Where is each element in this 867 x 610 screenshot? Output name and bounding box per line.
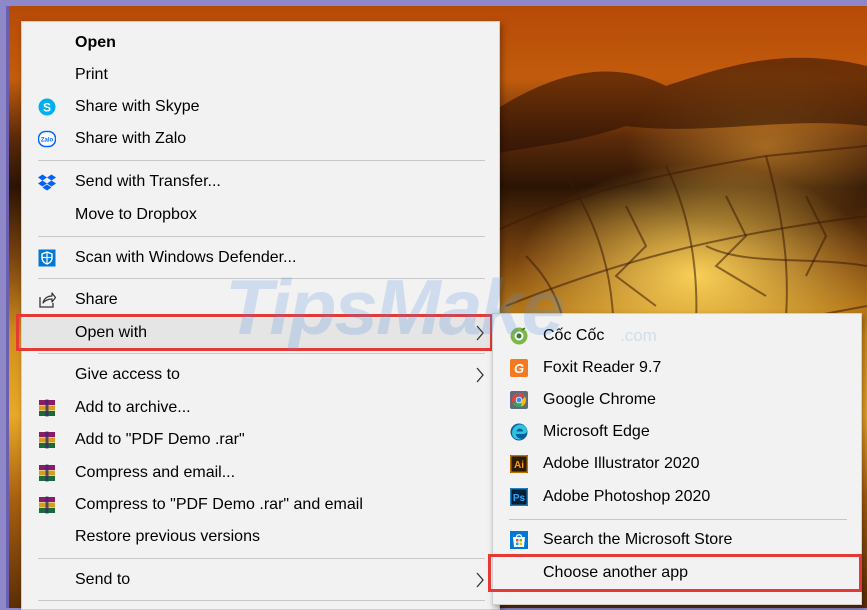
menu-item-add-to-rar[interactable]: Add to "PDF Demo .rar" xyxy=(22,425,499,455)
menu-item-compress-to-rar-and-email[interactable]: Compress to "PDF Demo .rar" and email xyxy=(22,490,499,520)
menu-item-scan-with-windows-defender[interactable]: Scan with Windows Defender... xyxy=(22,243,499,273)
chevron-right-icon xyxy=(476,367,484,383)
menu-item-share-with-zalo[interactable]: Zalo Share with Zalo xyxy=(22,124,499,154)
submenu-item-adobe-photoshop[interactable]: Ps Adobe Photoshop 2020 xyxy=(493,482,861,512)
submenu-item-foxit-reader[interactable]: G Foxit Reader 9.7 xyxy=(493,353,861,383)
foxit-reader-icon: G xyxy=(510,359,528,377)
menu-item-label: Open xyxy=(75,34,116,51)
winrar-icon xyxy=(39,464,55,482)
menu-item-label: Add to "PDF Demo .rar" xyxy=(75,431,245,448)
skype-icon: S xyxy=(38,98,56,116)
window-frame-edge xyxy=(6,6,9,608)
menu-item-compress-and-email[interactable]: Compress and email... xyxy=(22,458,499,488)
open-with-highlight xyxy=(16,314,493,351)
submenu-item-label: Foxit Reader 9.7 xyxy=(543,359,662,376)
microsoft-store-icon xyxy=(510,531,528,549)
google-chrome-icon xyxy=(510,391,528,409)
menu-item-label: Send to xyxy=(75,571,131,588)
menu-separator xyxy=(38,236,485,237)
svg-text:G: G xyxy=(514,361,524,376)
menu-separator xyxy=(38,160,485,161)
submenu-item-adobe-illustrator[interactable]: Ai Adobe Illustrator 2020 xyxy=(493,449,861,479)
submenu-item-label: Search the Microsoft Store xyxy=(543,531,733,548)
winrar-icon xyxy=(39,399,55,417)
menu-separator xyxy=(38,353,485,354)
choose-another-app-highlight xyxy=(488,554,862,592)
submenu-item-label: Microsoft Edge xyxy=(543,423,650,440)
menu-separator xyxy=(38,558,485,559)
menu-item-label: Scan with Windows Defender... xyxy=(75,249,297,266)
submenu-item-search-microsoft-store[interactable]: Search the Microsoft Store xyxy=(493,525,861,555)
menu-item-move-to-dropbox[interactable]: Move to Dropbox xyxy=(22,200,499,230)
zalo-icon: Zalo xyxy=(38,130,56,148)
menu-item-label: Give access to xyxy=(75,366,180,383)
winrar-icon xyxy=(39,431,55,449)
submenu-item-label: Adobe Illustrator 2020 xyxy=(543,455,700,472)
adobe-photoshop-icon: Ps xyxy=(510,488,528,506)
svg-text:Ai: Ai xyxy=(514,460,524,471)
microsoft-edge-icon xyxy=(510,423,528,441)
adobe-illustrator-icon: Ai xyxy=(510,455,528,473)
menu-item-share-with-skype[interactable]: S Share with Skype xyxy=(22,92,499,122)
menu-item-give-access-to[interactable]: Give access to xyxy=(22,360,499,390)
menu-item-label: Send with Transfer... xyxy=(75,173,221,190)
menu-item-restore-previous-versions[interactable]: Restore previous versions xyxy=(22,522,499,552)
tipsmake-watermark-suffix: .com xyxy=(620,326,657,345)
menu-item-add-to-archive[interactable]: Add to archive... xyxy=(22,393,499,423)
winrar-icon xyxy=(39,496,55,514)
submenu-item-label: Google Chrome xyxy=(543,391,656,408)
submenu-item-label: Cốc Cốc xyxy=(543,327,605,344)
menu-item-print[interactable]: Print xyxy=(22,60,499,90)
coc-coc-icon xyxy=(510,327,528,345)
menu-item-label: Share with Zalo xyxy=(75,130,187,147)
menu-item-label: Share xyxy=(75,291,118,308)
svg-text:Ps: Ps xyxy=(513,493,526,504)
submenu-item-coc-coc[interactable]: Cốc Cốc xyxy=(493,321,861,351)
menu-item-send-to[interactable]: Send to xyxy=(22,565,499,595)
chevron-right-icon xyxy=(476,572,484,588)
menu-item-label: Add to archive... xyxy=(75,399,191,416)
menu-item-label: Share with Skype xyxy=(75,98,200,115)
svg-text:S: S xyxy=(43,101,51,115)
menu-item-label: Compress to "PDF Demo .rar" and email xyxy=(75,496,363,513)
share-icon xyxy=(39,292,56,308)
submenu-item-microsoft-edge[interactable]: Microsoft Edge xyxy=(493,417,861,447)
dropbox-icon xyxy=(38,174,56,191)
menu-item-send-with-transfer[interactable]: Send with Transfer... xyxy=(22,167,499,197)
menu-separator xyxy=(509,519,847,520)
submenu-item-label: Adobe Photoshop 2020 xyxy=(543,488,711,505)
submenu-item-google-chrome[interactable]: Google Chrome xyxy=(493,385,861,415)
menu-separator xyxy=(38,600,485,601)
menu-item-label: Compress and email... xyxy=(75,464,236,481)
menu-item-label: Print xyxy=(75,66,108,83)
menu-item-label: Restore previous versions xyxy=(75,528,260,545)
windows-defender-icon xyxy=(38,249,56,267)
svg-text:Zalo: Zalo xyxy=(41,138,54,144)
menu-item-open[interactable]: Open xyxy=(22,28,499,58)
menu-item-label: Move to Dropbox xyxy=(75,206,197,223)
menu-item-share[interactable]: Share xyxy=(22,285,499,315)
menu-separator xyxy=(38,278,485,279)
